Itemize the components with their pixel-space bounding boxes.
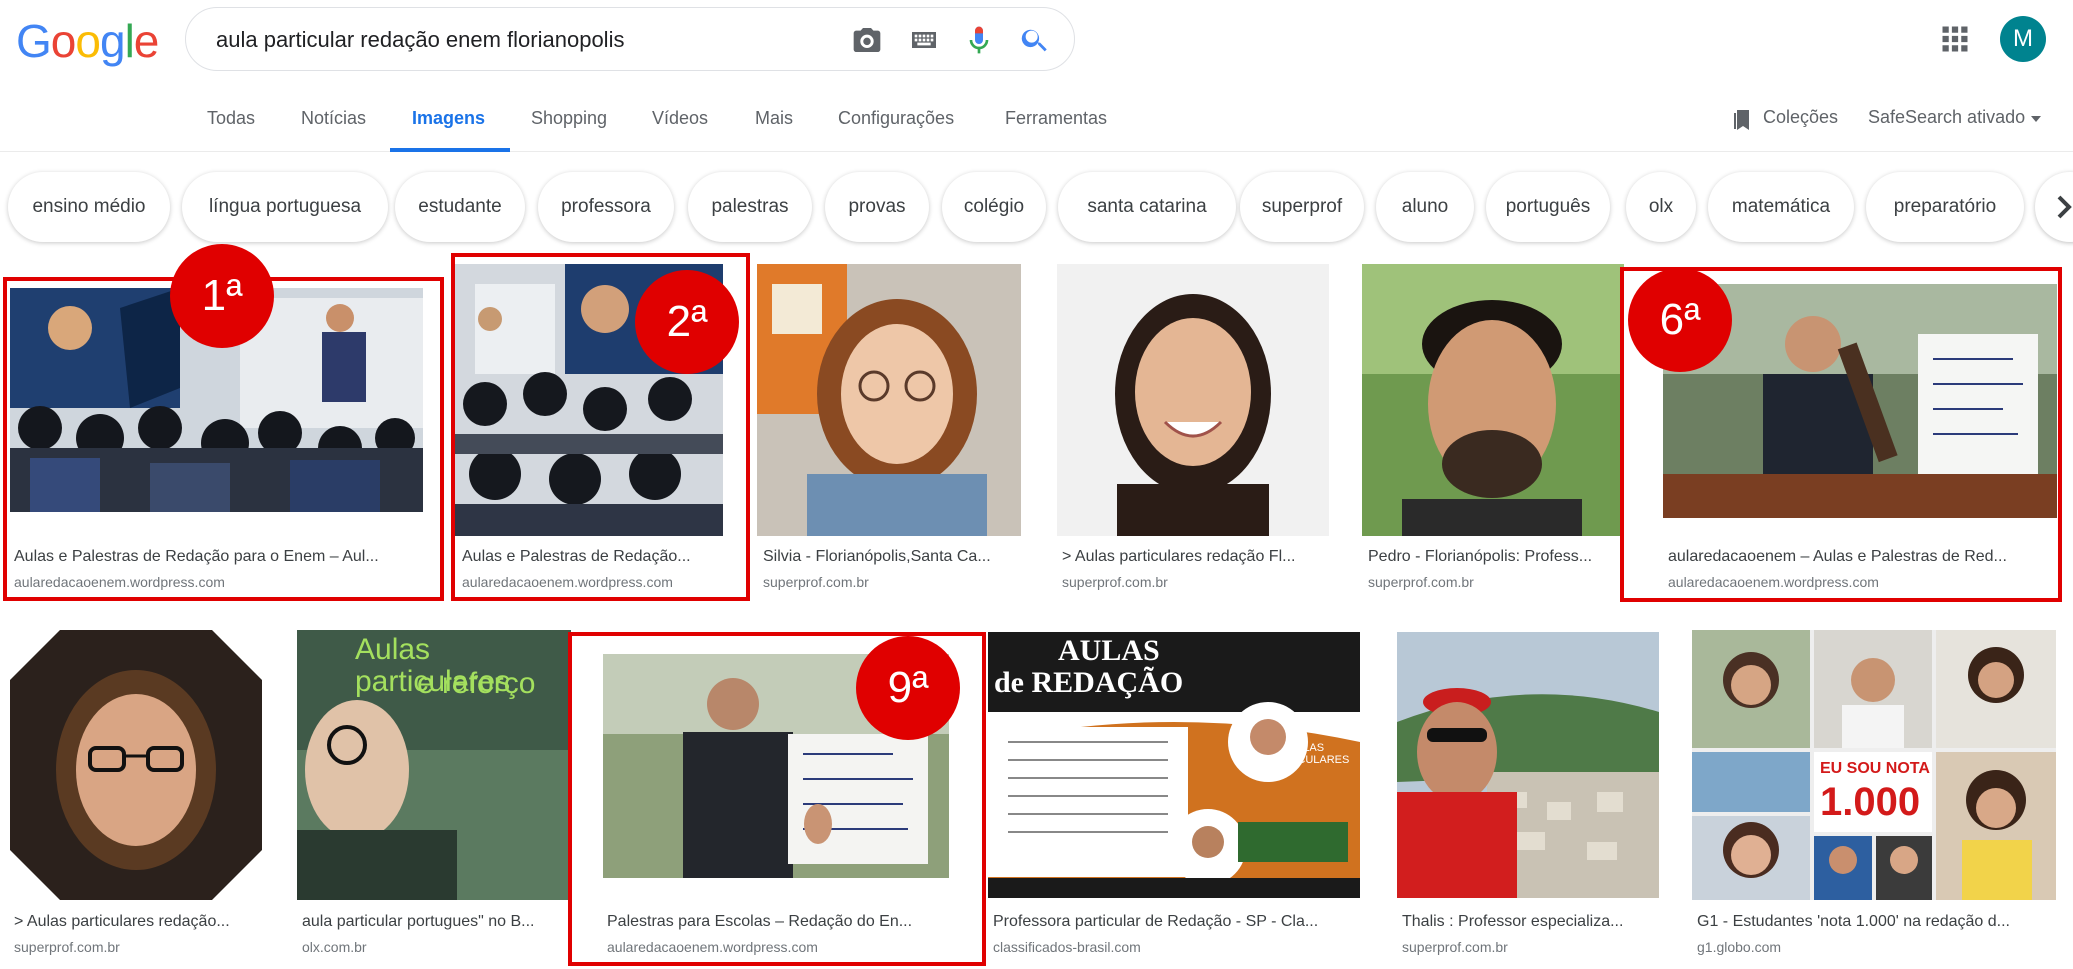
chevron-down-icon [2031,116,2041,122]
result-source[interactable]: superprof.com.br [1368,574,1474,590]
logo-letter: o [75,15,101,67]
bookmark-icon [1734,110,1749,130]
portrait-photo [1362,264,1624,536]
result-source[interactable]: g1.globo.com [1697,939,1781,955]
camera-icon[interactable] [851,24,883,56]
search-box[interactable]: aula particular redação enem florianopol… [185,7,1075,71]
chip[interactable]: colégio [942,172,1046,242]
result-image-smiling-woman[interactable] [1057,264,1329,536]
search-icon[interactable] [1019,24,1051,56]
logo-letter: o [50,15,77,67]
collage-headline: 1.000 [1820,780,1921,824]
tab-mais[interactable]: Mais [755,108,793,129]
result-caption[interactable]: Silvia - Florianópolis,Santa Ca... [763,548,1027,566]
result-image-pedro[interactable] [1362,264,1624,536]
tab-shopping[interactable]: Shopping [531,108,607,129]
poster-label: AULAS PARTICULARES [1266,742,1350,766]
rank-badge: 1ª [170,244,274,348]
result-source[interactable]: superprof.com.br [1062,574,1168,590]
search-input[interactable]: aula particular redação enem florianopol… [216,8,624,72]
result-image-nota-1000[interactable]: EU SOU NOTA 1.000 [1692,630,2056,900]
rank-badge: 2ª [635,270,739,374]
chevron-right-icon [2057,195,2072,219]
result-source[interactable]: classificados-brasil.com [993,939,1141,955]
result-image-woman-glasses[interactable] [10,630,262,900]
result-caption[interactable]: Thalis : Professor especializa... [1402,913,1654,931]
account-avatar[interactable]: M [2000,16,2046,62]
result-source[interactable]: superprof.com.br [1402,939,1508,955]
tab-ferramentas[interactable]: Ferramentas [1005,108,1107,129]
result-source[interactable]: superprof.com.br [14,939,120,955]
result-image-thalis[interactable] [1397,632,1659,898]
chip[interactable]: matemática [1708,172,1854,242]
logo-letter: l [124,15,135,67]
chip[interactable]: ensino médio [8,172,170,242]
apps-grid-icon[interactable] [1940,24,1970,54]
search-tabs: Todas Notícias Imagens Shopping Vídeos M… [0,90,2073,152]
chip[interactable]: superprof [1240,172,1364,242]
result-image-aulas-reforco[interactable]: Aulas particulares e reforço [297,630,571,900]
result-image-aulas-redacao[interactable]: AULAS de REDAÇÃO AULAS PARTICULARES [988,632,1360,898]
city-photo [1397,632,1659,898]
tab-configuracoes[interactable]: Configurações [838,108,954,129]
related-chips: ensino médio língua portuguesa estudante… [0,172,2073,242]
result-caption[interactable]: > Aulas particulares redação... [14,913,264,931]
chip[interactable]: preparatório [1866,172,2024,242]
active-tab-indicator [390,148,510,152]
logo-letter: e [133,15,160,67]
logo-letter: g [99,15,126,67]
portrait-photo [757,264,1021,536]
chip[interactable]: aluno [1376,172,1474,242]
result-caption[interactable]: G1 - Estudantes 'nota 1.000' na redação … [1697,913,2057,931]
result-source[interactable]: olx.com.br [302,939,367,955]
result-image-silvia[interactable] [757,264,1021,536]
google-logo[interactable]: Google [16,14,159,67]
chip[interactable]: professora [538,172,674,242]
chip[interactable]: palestras [688,172,812,242]
chip[interactable]: português [1486,172,1610,242]
keyboard-icon[interactable] [908,24,940,56]
collage-caption: EU SOU NOTA [1820,760,1930,777]
safesearch-toggle[interactable]: SafeSearch ativado [1868,107,2025,128]
chip[interactable]: provas [825,172,929,242]
chip[interactable]: olx [1626,172,1696,242]
result-caption[interactable]: aula particular portugues" no B... [302,913,564,931]
poster-subtitle: de REDAÇÃO [994,666,1184,699]
result-caption[interactable]: Pedro - Florianópolis: Profess... [1368,548,1624,566]
tab-todas[interactable]: Todas [207,108,255,129]
rank-badge: 9ª [856,636,960,740]
result-caption[interactable]: > Aulas particulares redação Fl... [1062,548,1330,566]
poster-subtitle: e reforço [417,667,536,700]
tab-imagens[interactable]: Imagens [412,108,485,129]
portrait-photo [1057,264,1329,536]
poster-title: AULAS [1058,634,1160,667]
chip[interactable]: língua portuguesa [182,172,388,242]
result-source[interactable]: superprof.com.br [763,574,869,590]
tab-videos[interactable]: Vídeos [652,108,708,129]
chip[interactable]: santa catarina [1058,172,1236,242]
tab-noticias[interactable]: Notícias [301,108,366,129]
microphone-icon[interactable] [963,24,995,56]
chip[interactable]: estudante [395,172,525,242]
collections-link[interactable]: Coleções [1763,107,1838,128]
rank-badge: 6ª [1628,268,1732,372]
portrait-photo [10,630,262,900]
logo-letter: G [16,15,52,67]
result-caption[interactable]: Professora particular de Redação - SP - … [993,913,1353,931]
